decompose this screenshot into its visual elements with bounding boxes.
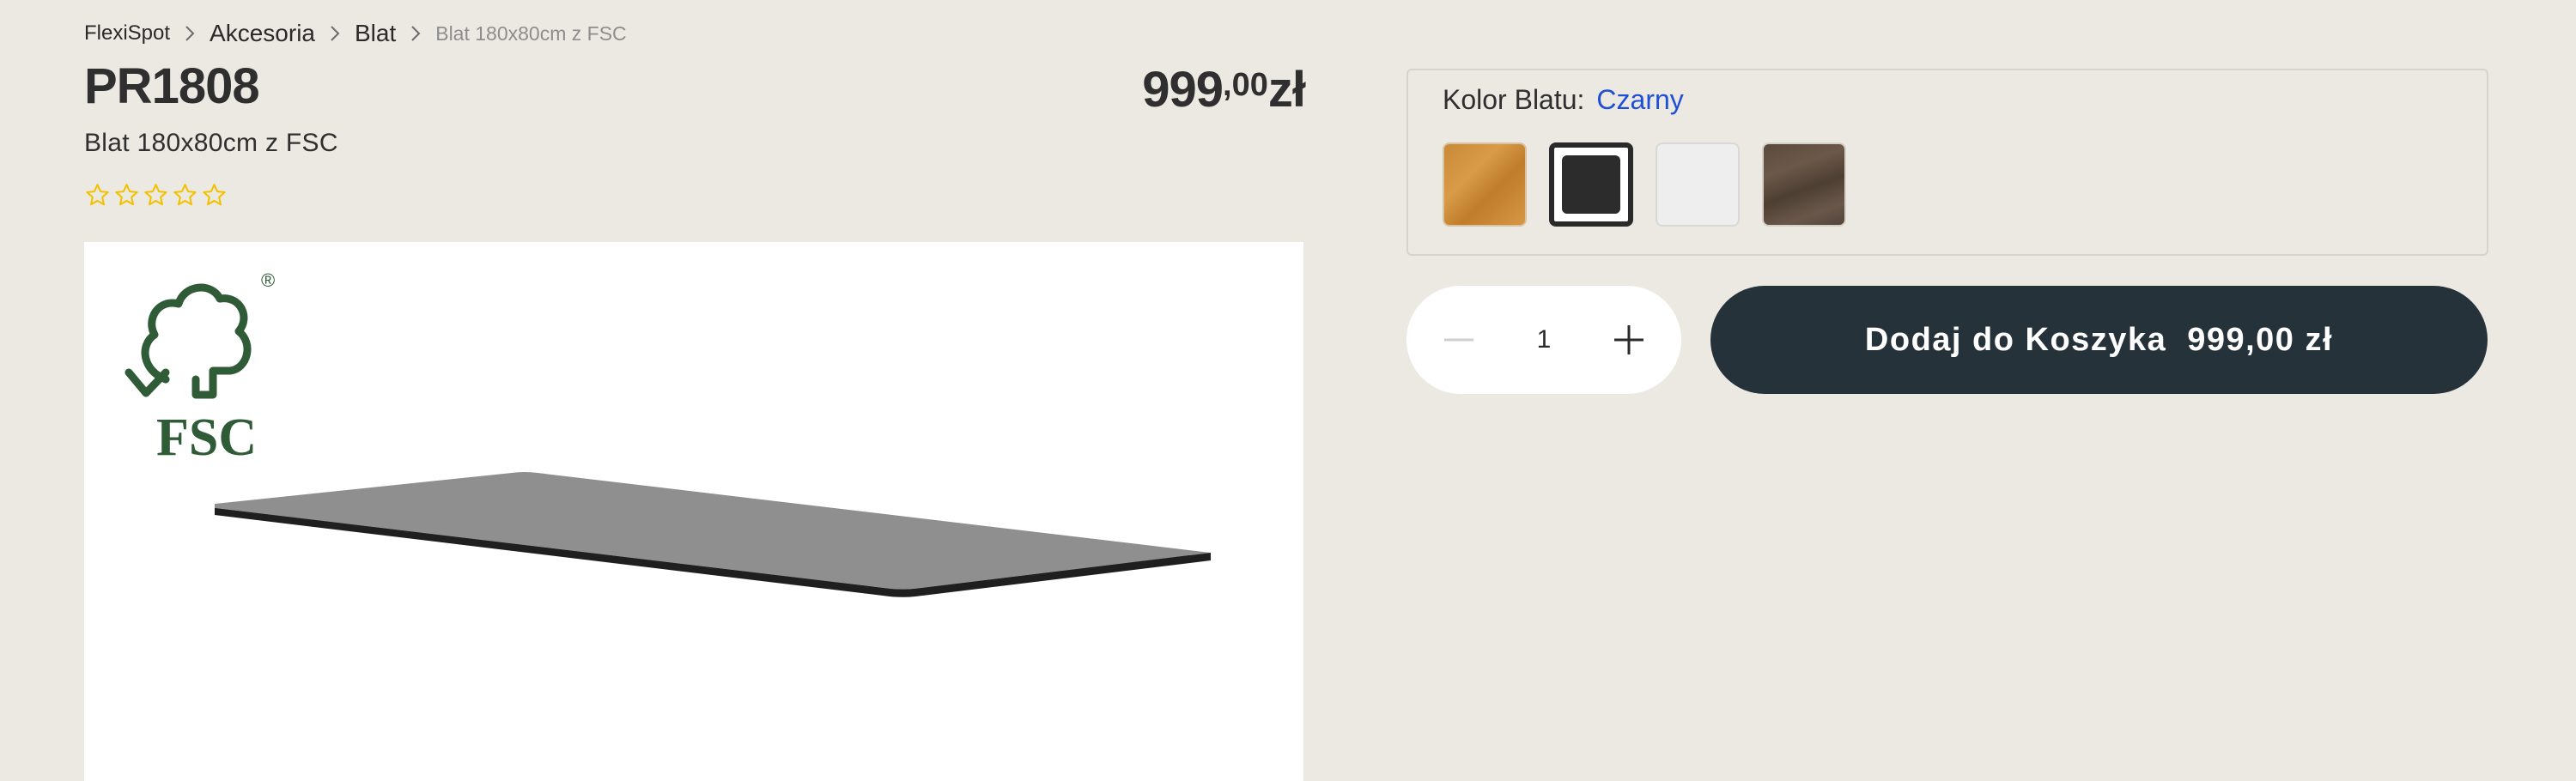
- fsc-logo-text: FSC: [156, 409, 257, 467]
- star-rating[interactable]: [84, 182, 228, 209]
- increment-button[interactable]: [1611, 322, 1647, 358]
- add-to-cart-price: 999,00 zł: [2187, 321, 2334, 358]
- product-image-scene: FSC ®: [125, 269, 1211, 597]
- product-price: 999 ,00 zł: [1142, 62, 1306, 118]
- star-icon: [84, 182, 111, 209]
- registered-mark: ®: [261, 269, 275, 291]
- swatch-oak[interactable]: [1443, 142, 1527, 227]
- breadcrumb: FlexiSpot Akcesoria Blat Blat 180x80cm z…: [84, 19, 627, 48]
- swatch-white[interactable]: [1656, 142, 1740, 227]
- fsc-tree-icon: [125, 283, 252, 399]
- minus-icon: [1444, 338, 1473, 342]
- selected-color-value: Czarny: [1596, 84, 1684, 115]
- swatch-walnut[interactable]: [1762, 142, 1846, 227]
- fsc-logo: FSC ®: [125, 269, 275, 467]
- breadcrumb-flexispot[interactable]: FlexiSpot: [84, 21, 170, 45]
- color-label-row: Kolor Blatu: Czarny: [1443, 84, 1684, 116]
- color-label: Kolor Blatu:: [1443, 84, 1585, 115]
- price-decimal: ,00: [1223, 67, 1268, 103]
- product-image[interactable]: FSC ®: [84, 242, 1303, 781]
- decrement-button[interactable]: [1441, 322, 1477, 358]
- star-icon: [201, 182, 228, 209]
- breadcrumb-current: Blat 180x80cm z FSC: [435, 21, 627, 45]
- quantity-stepper: 1: [1406, 286, 1681, 394]
- chevron-right-icon: [315, 19, 355, 48]
- add-to-cart-button[interactable]: Dodaj do Koszyka 999,00 zł: [1710, 286, 2488, 394]
- product-page: FlexiSpot Akcesoria Blat Blat 180x80cm z…: [0, 0, 2576, 781]
- color-selector: Kolor Blatu: Czarny: [1406, 69, 2488, 256]
- swatch-black-selected[interactable]: [1549, 142, 1633, 227]
- plus-icon: [1614, 325, 1643, 354]
- swatch-black-fill: [1562, 155, 1620, 214]
- price-integer: 999: [1142, 62, 1224, 118]
- desktop-top: [215, 472, 1211, 597]
- color-swatches: [1443, 142, 1846, 227]
- star-icon: [143, 182, 169, 209]
- star-icon: [172, 182, 198, 209]
- star-icon: [113, 182, 140, 209]
- chevron-right-icon: [170, 19, 210, 48]
- breadcrumb-akcesoria[interactable]: Akcesoria: [210, 20, 315, 47]
- price-currency: zł: [1267, 62, 1306, 118]
- chevron-right-icon: [396, 19, 435, 48]
- breadcrumb-blat[interactable]: Blat: [355, 20, 396, 47]
- quantity-value[interactable]: 1: [1518, 325, 1570, 354]
- add-to-cart-label: Dodaj do Koszyka: [1864, 321, 2167, 358]
- product-title: PR1808: [84, 58, 260, 114]
- product-subtitle: Blat 180x80cm z FSC: [84, 129, 338, 157]
